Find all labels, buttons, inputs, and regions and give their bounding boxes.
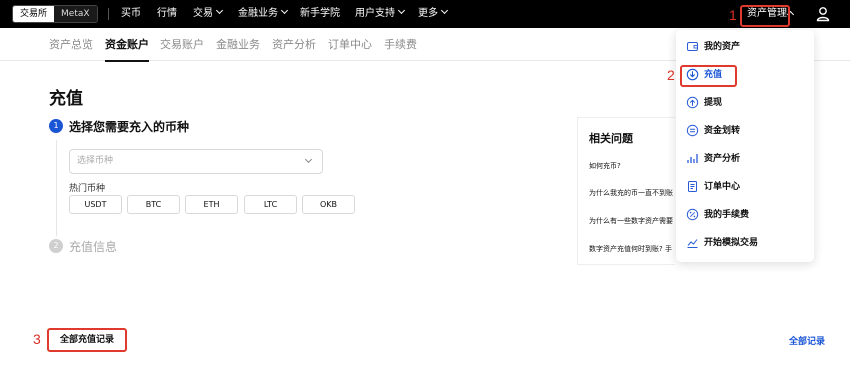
nav-buy[interactable]: 买币 bbox=[121, 0, 141, 28]
subtab-funding-account[interactable]: 资金账户 bbox=[105, 28, 149, 62]
chevron-down-icon bbox=[280, 6, 289, 15]
menu-item-my-assets[interactable]: 我的资产 bbox=[676, 33, 814, 61]
withdraw-icon bbox=[686, 96, 699, 109]
coin-chip-ltc[interactable]: LTC bbox=[244, 195, 297, 214]
menu-item-label: 订单中心 bbox=[704, 182, 741, 192]
subtab-asset-analysis[interactable]: 资产分析 bbox=[272, 28, 316, 61]
menu-item-asset-analysis[interactable]: 资产分析 bbox=[676, 145, 814, 173]
subtab-order-center[interactable]: 订单中心 bbox=[328, 28, 372, 61]
menu-item-order-center[interactable]: 订单中心 bbox=[676, 173, 814, 201]
tab-metax[interactable]: MetaX bbox=[54, 6, 97, 22]
nav-more[interactable]: 更多 bbox=[418, 0, 449, 28]
coin-chip-okb[interactable]: OKB bbox=[302, 195, 355, 214]
hot-coins-label: 热门币种 bbox=[69, 184, 106, 194]
trend-line-icon bbox=[687, 239, 698, 248]
coin-chip-btc[interactable]: BTC bbox=[127, 195, 180, 214]
annotation-number: 2 bbox=[667, 67, 675, 83]
percent-icon bbox=[686, 208, 699, 221]
menu-item-transfer[interactable]: 资金划转 bbox=[676, 117, 814, 145]
all-deposit-records-button[interactable]: 全部充值记录 bbox=[49, 330, 125, 350]
chevron-down-icon bbox=[304, 155, 313, 164]
step-connector bbox=[56, 140, 57, 236]
nav-finance[interactable]: 金融业务 bbox=[238, 0, 289, 28]
subtab-fees[interactable]: 手续费 bbox=[384, 28, 417, 61]
document-icon bbox=[688, 181, 697, 192]
nav-support[interactable]: 用户支持 bbox=[355, 0, 406, 28]
nav-support-label: 用户支持 bbox=[355, 8, 395, 19]
nav-trade-label: 交易 bbox=[193, 8, 213, 19]
faq-question[interactable]: 如何充币? bbox=[589, 161, 621, 171]
menu-item-label: 资产分析 bbox=[704, 154, 741, 164]
annotation-number: 3 bbox=[33, 331, 41, 347]
tab-exchange[interactable]: 交易所 bbox=[13, 6, 55, 22]
step-2-badge: 2 bbox=[49, 239, 63, 253]
subtab-finance[interactable]: 金融业务 bbox=[216, 28, 260, 61]
menu-item-label: 我的资产 bbox=[704, 42, 741, 52]
faq-question[interactable]: 数字资产充值何时到账? 手 bbox=[589, 244, 672, 254]
nav-finance-label: 金融业务 bbox=[238, 8, 278, 19]
menu-item-label: 提现 bbox=[704, 98, 723, 108]
faq-question[interactable]: 为什么我充的币一直不到账 bbox=[589, 188, 673, 198]
coin-chip-eth[interactable]: ETH bbox=[185, 195, 238, 214]
menu-item-label: 开始模拟交易 bbox=[704, 238, 759, 248]
coin-chip-usdt[interactable]: USDT bbox=[69, 195, 122, 214]
nav-trade[interactable]: 交易 bbox=[193, 0, 224, 28]
step-2-label: 充值信息 bbox=[69, 240, 118, 254]
coin-select[interactable]: 选择币种 bbox=[69, 149, 323, 174]
menu-item-label: 我的手续费 bbox=[704, 210, 750, 220]
divider bbox=[108, 8, 109, 20]
subtab-overview[interactable]: 资产总览 bbox=[49, 28, 93, 61]
menu-item-my-fees[interactable]: 我的手续费 bbox=[676, 201, 814, 229]
bar-chart-icon bbox=[687, 154, 698, 163]
nav-market[interactable]: 行情 bbox=[157, 0, 177, 28]
faq-question[interactable]: 为什么有一些数字资产需要 bbox=[589, 216, 673, 226]
faq-title: 相关问题 bbox=[589, 132, 633, 145]
chevron-down-icon bbox=[440, 6, 449, 15]
user-icon[interactable] bbox=[815, 6, 831, 22]
faq-card: 相关问题 如何充币? 为什么我充的币一直不到账 为什么有一些数字资产需要 数字资… bbox=[577, 117, 675, 265]
coin-select-placeholder: 选择币种 bbox=[77, 156, 114, 166]
menu-item-label: 资金划转 bbox=[704, 126, 741, 136]
menu-item-demo-trading[interactable]: 开始模拟交易 bbox=[676, 229, 814, 257]
chevron-down-icon bbox=[397, 6, 406, 15]
top-navbar: 交易所 MetaX 买币 行情 交易 金融业务 新手学院 用户支持 更多 资产管… bbox=[0, 0, 850, 28]
annotation-box bbox=[680, 65, 737, 87]
annotation-box bbox=[740, 5, 790, 27]
page-title: 充值 bbox=[49, 89, 83, 109]
annotation-number: 1 bbox=[729, 7, 737, 23]
step-1-label: 选择您需要充入的币种 bbox=[69, 120, 190, 134]
platform-switch: 交易所 MetaX bbox=[12, 5, 98, 23]
wallet-icon bbox=[687, 42, 698, 51]
nav-more-label: 更多 bbox=[418, 8, 438, 19]
step-1-badge: 1 bbox=[49, 119, 63, 133]
menu-item-withdraw[interactable]: 提现 bbox=[676, 89, 814, 117]
chevron-down-icon bbox=[215, 6, 224, 15]
nav-academy[interactable]: 新手学院 bbox=[300, 0, 340, 28]
transfer-icon bbox=[686, 124, 699, 137]
all-records-link[interactable]: 全部记录 bbox=[789, 334, 825, 347]
subtab-trading-account[interactable]: 交易账户 bbox=[160, 28, 204, 61]
